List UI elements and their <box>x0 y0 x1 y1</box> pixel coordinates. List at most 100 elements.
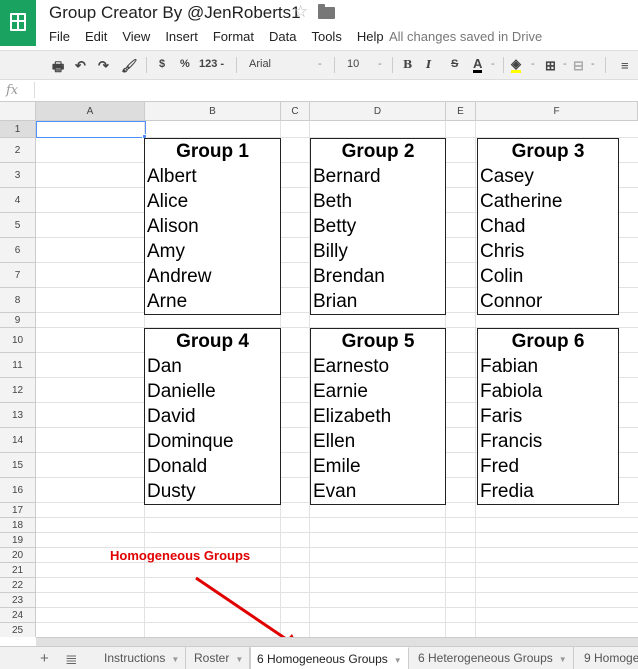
row-header[interactable]: 14 <box>0 428 36 453</box>
row-header[interactable]: 23 <box>0 593 36 608</box>
group-member-cell[interactable]: Francis <box>478 429 618 454</box>
merge-cells-icon[interactable]: ⊟ <box>573 58 584 74</box>
group-member-cell[interactable]: Dan <box>145 354 280 379</box>
redo-icon[interactable]: ↷ <box>98 58 109 74</box>
row-header[interactable]: 4 <box>0 188 36 213</box>
number-format-dropdown[interactable]: 123 - <box>199 58 224 70</box>
row-header[interactable]: 12 <box>0 378 36 403</box>
select-all-corner[interactable] <box>0 102 36 121</box>
row-header[interactable]: 7 <box>0 263 36 288</box>
row-header[interactable]: 21 <box>0 563 36 578</box>
all-sheets-icon[interactable]: ≣ <box>65 650 78 668</box>
group-member-cell[interactable]: Betty <box>311 214 445 239</box>
group-member-cell[interactable]: Emile <box>311 454 445 479</box>
menu-view[interactable]: View <box>122 29 150 44</box>
chevron-down-icon[interactable]: - <box>491 58 495 70</box>
borders-icon[interactable]: ⊞ <box>545 58 556 74</box>
chevron-down-icon[interactable]: - <box>531 58 535 70</box>
group-member-cell[interactable]: Beth <box>311 189 445 214</box>
group-box-5[interactable]: Group 5 Earnesto Earnie Elizabeth Ellen Emile… <box>310 328 446 505</box>
sheet-tab-homogeneous[interactable]: 6 Homogeneous Groups ▼ <box>250 647 409 669</box>
text-color-button[interactable]: A <box>473 57 483 73</box>
font-dropdown[interactable]: Arial <box>249 58 271 70</box>
group-member-cell[interactable]: Dominque <box>145 429 280 454</box>
menu-file[interactable]: File <box>49 29 70 44</box>
column-header-e[interactable]: E <box>446 102 476 121</box>
bold-button[interactable]: B <box>403 58 412 71</box>
group-member-cell[interactable]: Donald <box>145 454 280 479</box>
percent-button[interactable]: % <box>180 58 190 70</box>
menu-help[interactable]: Help <box>357 29 384 44</box>
group-title[interactable]: Group 1 <box>145 139 280 164</box>
group-member-cell[interactable]: Bernard <box>311 164 445 189</box>
menu-data[interactable]: Data <box>269 29 296 44</box>
group-member-cell[interactable]: Evan <box>311 479 445 504</box>
group-member-cell[interactable]: Arne <box>145 289 280 314</box>
column-header-d[interactable]: D <box>310 102 446 121</box>
chevron-down-icon[interactable]: - <box>378 58 382 70</box>
column-header-b[interactable]: B <box>145 102 281 121</box>
strikethrough-button[interactable]: S <box>451 58 458 70</box>
row-header[interactable]: 15 <box>0 453 36 478</box>
add-sheet-icon[interactable]: + <box>40 650 49 667</box>
star-icon[interactable]: ☆ <box>293 2 308 22</box>
chevron-down-icon[interactable]: - <box>563 58 567 70</box>
group-member-cell[interactable]: Faris <box>478 404 618 429</box>
font-size-dropdown[interactable]: 10 <box>347 58 359 70</box>
row-header[interactable]: 16 <box>0 478 36 503</box>
fill-color-icon[interactable]: ◈ <box>511 57 521 73</box>
group-title[interactable]: Group 2 <box>311 139 445 164</box>
group-member-cell[interactable]: Billy <box>311 239 445 264</box>
group-box-4[interactable]: Group 4 Dan Danielle David Dominque Donald Dus… <box>144 328 281 505</box>
document-title[interactable]: Group Creator By @JenRoberts1 <box>49 3 301 23</box>
group-title[interactable]: Group 3 <box>478 139 618 164</box>
group-member-cell[interactable]: Alison <box>145 214 280 239</box>
align-left-icon[interactable]: ≡ <box>621 58 629 73</box>
horizontal-scrollbar[interactable] <box>36 637 638 646</box>
row-header[interactable]: 22 <box>0 578 36 593</box>
group-member-cell[interactable]: Fred <box>478 454 618 479</box>
group-member-cell[interactable]: Ellen <box>311 429 445 454</box>
group-member-cell[interactable]: Brian <box>311 289 445 314</box>
chevron-down-icon[interactable]: - <box>591 58 595 70</box>
group-member-cell[interactable]: Connor <box>478 289 618 314</box>
undo-icon[interactable]: ↶ <box>75 58 86 74</box>
row-header[interactable]: 11 <box>0 353 36 378</box>
sheet-tab-instructions[interactable]: Instructions ▼ <box>98 647 187 669</box>
group-member-cell[interactable]: Dusty <box>145 479 280 504</box>
group-title[interactable]: Group 4 <box>145 329 280 354</box>
group-member-cell[interactable]: Chris <box>478 239 618 264</box>
group-member-cell[interactable]: Fredia <box>478 479 618 504</box>
currency-button[interactable]: $ <box>159 58 165 70</box>
row-header[interactable]: 1 <box>0 121 36 138</box>
italic-button[interactable]: I <box>426 58 431 71</box>
menu-tools[interactable]: Tools <box>311 29 341 44</box>
sheet-tab-9-homogeneous[interactable]: 9 Homoge <box>578 647 638 669</box>
row-header[interactable]: 6 <box>0 238 36 263</box>
group-member-cell[interactable]: Earnie <box>311 379 445 404</box>
row-header[interactable]: 25 <box>0 623 36 637</box>
group-member-cell[interactable]: David <box>145 404 280 429</box>
row-header[interactable]: 8 <box>0 288 36 313</box>
menu-format[interactable]: Format <box>213 29 254 44</box>
group-title[interactable]: Group 6 <box>478 329 618 354</box>
sheet-tab-roster[interactable]: Roster ▼ <box>188 647 251 669</box>
group-member-cell[interactable]: Danielle <box>145 379 280 404</box>
group-member-cell[interactable]: Colin <box>478 264 618 289</box>
row-header[interactable]: 19 <box>0 533 36 548</box>
formula-bar[interactable]: fx <box>0 80 638 102</box>
chevron-down-icon[interactable]: - <box>318 58 322 70</box>
spreadsheet-grid[interactable]: A B C D E F 1 2 3 4 5 6 7 8 9 10 11 12 13 14 15 16 17 18 1… <box>0 102 638 637</box>
group-box-6[interactable]: Group 6 Fabian Fabiola Faris Francis Fred Fred… <box>477 328 619 505</box>
group-member-cell[interactable]: Fabiola <box>478 379 618 404</box>
row-header[interactable]: 20 <box>0 548 36 563</box>
group-member-cell[interactable]: Chad <box>478 214 618 239</box>
row-header[interactable]: 3 <box>0 163 36 188</box>
folder-icon[interactable] <box>318 4 335 19</box>
row-header[interactable]: 17 <box>0 503 36 518</box>
row-header[interactable]: 18 <box>0 518 36 533</box>
group-member-cell[interactable]: Fabian <box>478 354 618 379</box>
menu-insert[interactable]: Insert <box>165 29 198 44</box>
group-member-cell[interactable]: Casey <box>478 164 618 189</box>
menu-edit[interactable]: Edit <box>85 29 107 44</box>
